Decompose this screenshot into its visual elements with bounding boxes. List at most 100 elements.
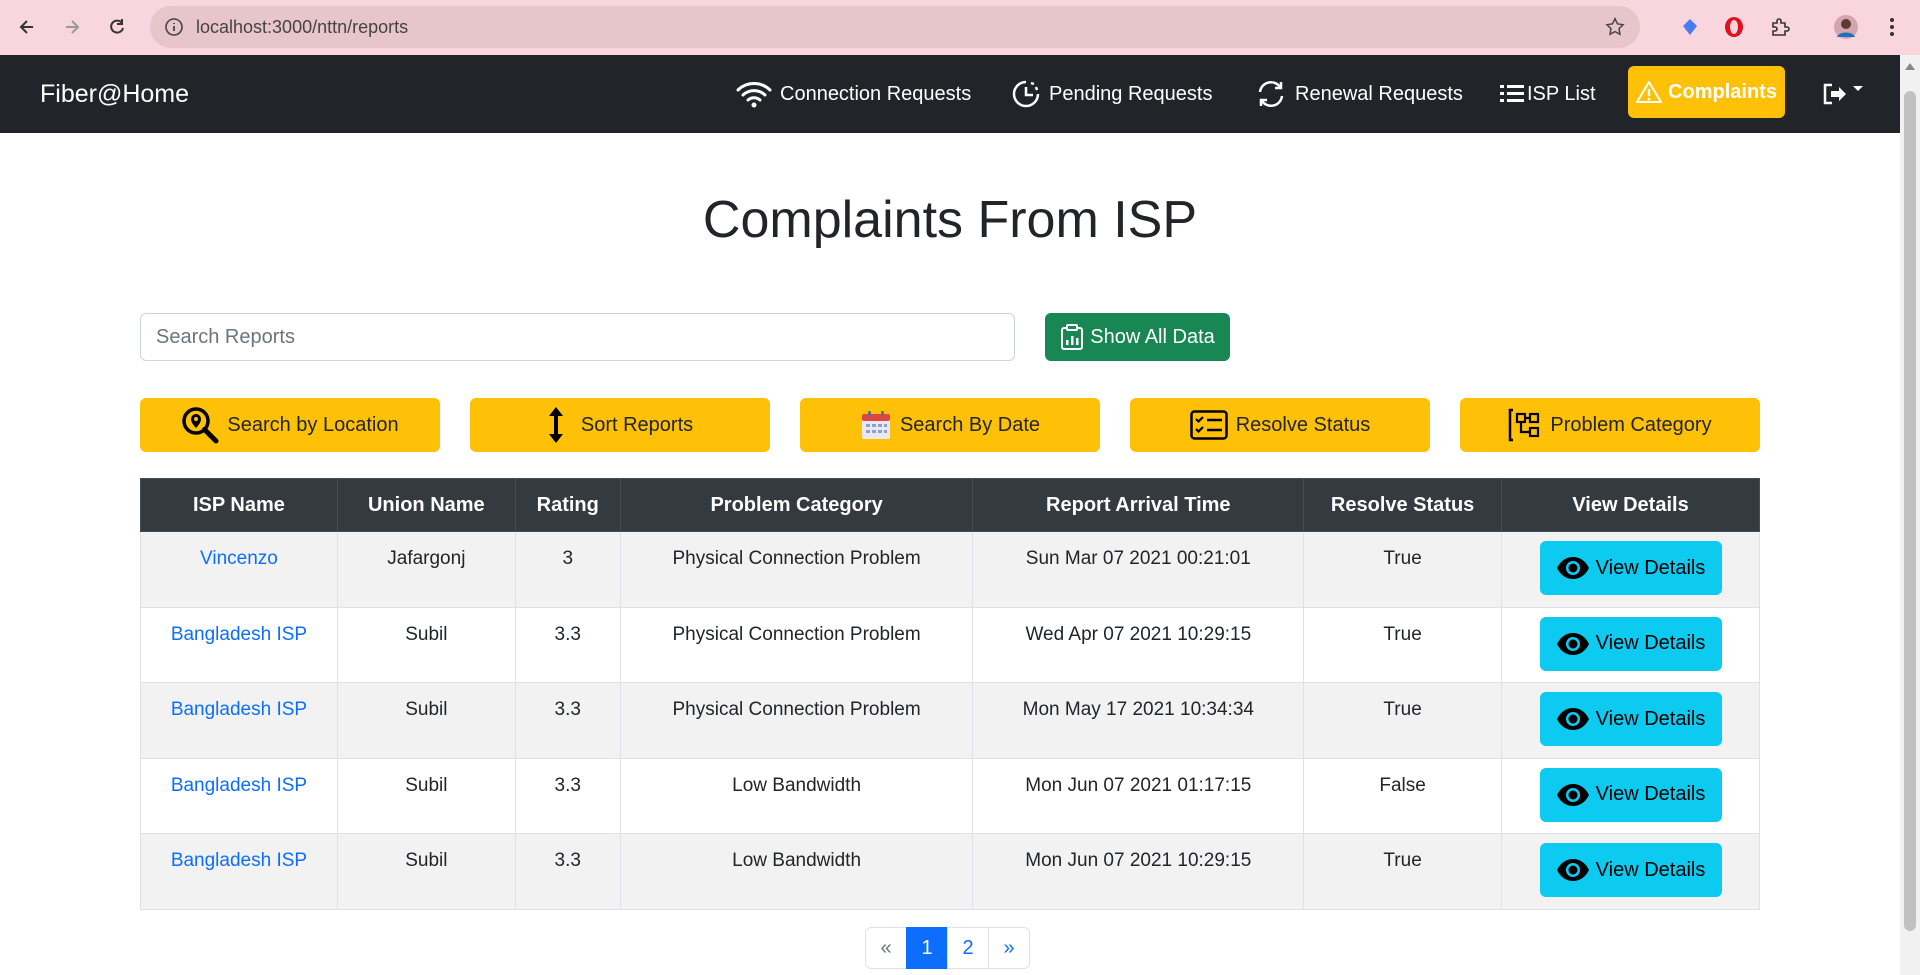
- report-arrival-time-cell: Sun Mar 07 2021 00:21:01: [972, 531, 1305, 608]
- search-by-location-button[interactable]: Search by Location: [140, 398, 440, 452]
- table-row: Vincenzo Jafargonj 3 Physical Connection Pr…: [140, 531, 1760, 608]
- resolve-status-cell: True: [1303, 682, 1503, 759]
- view-details-label: View Details: [1595, 783, 1706, 805]
- rating-cell: 3: [514, 531, 621, 608]
- logout-icon: [1823, 83, 1846, 105]
- list-icon: [1500, 85, 1524, 102]
- nav-renewal-requests-label: Renewal Requests: [1295, 82, 1463, 105]
- view-details-button[interactable]: View Details: [1539, 616, 1722, 671]
- union-name-cell: Subil: [336, 757, 516, 834]
- opera-extension-icon[interactable]: [1720, 13, 1748, 41]
- nav-isp-list-label: ISP List: [1527, 82, 1596, 105]
- eye-icon: [1556, 557, 1589, 579]
- refresh-icon: [1258, 80, 1284, 108]
- pagination-next[interactable]: »: [988, 927, 1030, 969]
- nav-complaints[interactable]: Complaints: [1628, 66, 1785, 118]
- sort-reports-button[interactable]: Sort Reports: [470, 398, 770, 452]
- view-details-cell: View Details: [1501, 757, 1760, 834]
- nav-pending-requests[interactable]: Pending Requests: [1011, 55, 1212, 133]
- isp-name-link[interactable]: Bangladesh ISP: [140, 682, 338, 759]
- table-row: Bangladesh ISP Subil 3.3 Physical Connectio…: [140, 682, 1760, 759]
- column-header-problem-category[interactable]: Problem Category: [619, 478, 974, 532]
- eye-icon: [1556, 859, 1589, 881]
- resolve-status-cell: False: [1303, 757, 1503, 834]
- address-url[interactable]: localhost:3000/nttn/reports: [196, 6, 408, 48]
- nav-renewal-requests[interactable]: Renewal Requests: [1255, 55, 1463, 133]
- page-title: Complaints From ISP: [702, 191, 1198, 249]
- union-name-cell: Subil: [336, 682, 516, 759]
- reload-icon[interactable]: [102, 12, 132, 42]
- extensions-puzzle-icon[interactable]: [1766, 13, 1794, 41]
- union-name-cell: Subil: [336, 833, 516, 910]
- view-details-button[interactable]: View Details: [1539, 692, 1722, 746]
- rating-cell: 3.3: [514, 606, 621, 683]
- problem-category-button[interactable]: Problem Category: [1460, 398, 1760, 452]
- isp-name-link[interactable]: Vincenzo: [140, 531, 338, 608]
- resolve-status-cell: True: [1303, 531, 1503, 608]
- column-header-rating[interactable]: Rating: [514, 478, 621, 532]
- view-details-label: View Details: [1595, 707, 1706, 730]
- back-icon[interactable]: [12, 12, 42, 42]
- forward-icon[interactable]: [57, 12, 87, 42]
- view-details-button[interactable]: View Details: [1539, 767, 1722, 822]
- table-row: Bangladesh ISP Subil 3.3 Low Bandwidth Mon J…: [140, 757, 1760, 834]
- sort-reports-label: Sort Reports: [580, 413, 694, 436]
- clock-history-icon: [1012, 80, 1040, 108]
- nav-complaints-label: Complaints: [1668, 80, 1777, 103]
- search-reports-input[interactable]: [140, 313, 1015, 361]
- column-header-view-details: View Details: [1501, 478, 1760, 532]
- category-icon: [1509, 408, 1540, 442]
- problem-category-cell: Low Bandwidth: [619, 833, 974, 910]
- profile-avatar[interactable]: [1832, 13, 1860, 41]
- column-header-union-name[interactable]: Union Name: [336, 478, 516, 532]
- report-arrival-time-cell: Wed Apr 07 2021 10:29:15: [972, 606, 1305, 683]
- warning-icon: [1636, 81, 1663, 103]
- bookmark-star-icon[interactable]: [1604, 16, 1626, 38]
- pagination-page-2[interactable]: 2: [947, 927, 989, 969]
- nav-connection-requests-label: Connection Requests: [780, 82, 972, 105]
- resolve-status-cell: True: [1303, 606, 1503, 683]
- table-row: Bangladesh ISP Subil 3.3 Physical Connectio…: [140, 606, 1760, 683]
- view-details-label: View Details: [1595, 632, 1706, 654]
- problem-category-cell: Physical Connection Problem: [619, 531, 974, 608]
- browser-menu-icon[interactable]: [1878, 13, 1906, 41]
- site-info-icon[interactable]: [164, 17, 184, 37]
- resolve-status-label: Resolve Status: [1235, 413, 1371, 436]
- checklist-icon: [1189, 410, 1228, 440]
- table-header-row: ISP Name Union Name Rating Problem Categ…: [140, 478, 1760, 532]
- column-header-report-arrival-time[interactable]: Report Arrival Time: [972, 478, 1305, 532]
- column-header-resolve-status[interactable]: Resolve Status: [1303, 478, 1503, 532]
- address-bar[interactable]: localhost:3000/nttn/reports: [150, 6, 1640, 48]
- brand-logo[interactable]: Fiber@Home: [40, 55, 189, 133]
- column-header-isp-name[interactable]: ISP Name: [140, 478, 338, 532]
- isp-name-link[interactable]: Bangladesh ISP: [140, 757, 338, 834]
- pagination-page-1[interactable]: 1: [906, 927, 948, 969]
- eye-icon: [1556, 708, 1589, 730]
- union-name-cell: Subil: [336, 606, 516, 683]
- extension-diamond-icon[interactable]: [1676, 13, 1704, 41]
- resolve-status-cell: True: [1303, 833, 1503, 910]
- union-name-cell: Jafargonj: [336, 531, 516, 608]
- pagination: « 1 2 »: [865, 927, 1030, 969]
- scroll-up-arrow-icon[interactable]: [1905, 63, 1915, 70]
- logout-dropdown[interactable]: [1822, 55, 1864, 133]
- show-all-data-button[interactable]: Show All Data: [1045, 313, 1230, 361]
- eye-icon: [1556, 783, 1589, 806]
- nav-isp-list[interactable]: ISP List: [1499, 55, 1596, 133]
- pagination-prev[interactable]: «: [865, 927, 907, 969]
- report-arrival-time-cell: Mon Jun 07 2021 01:17:15: [972, 757, 1305, 834]
- wifi-icon: [736, 82, 772, 108]
- rating-cell: 3.3: [514, 757, 621, 834]
- isp-name-link[interactable]: Bangladesh ISP: [140, 606, 338, 683]
- nav-connection-requests[interactable]: Connection Requests: [736, 55, 971, 133]
- problem-category-label: Problem Category: [1550, 413, 1712, 436]
- search-by-date-button[interactable]: Search By Date: [800, 398, 1100, 452]
- view-details-cell: View Details: [1501, 833, 1760, 910]
- page-scrollbar[interactable]: [1900, 55, 1920, 975]
- view-details-button[interactable]: View Details: [1539, 843, 1722, 897]
- resolve-status-button[interactable]: Resolve Status: [1130, 398, 1430, 452]
- isp-name-link[interactable]: Bangladesh ISP: [140, 833, 338, 910]
- view-details-button[interactable]: View Details: [1539, 541, 1722, 595]
- scroll-thumb[interactable]: [1904, 91, 1916, 931]
- calendar-icon: [861, 411, 890, 439]
